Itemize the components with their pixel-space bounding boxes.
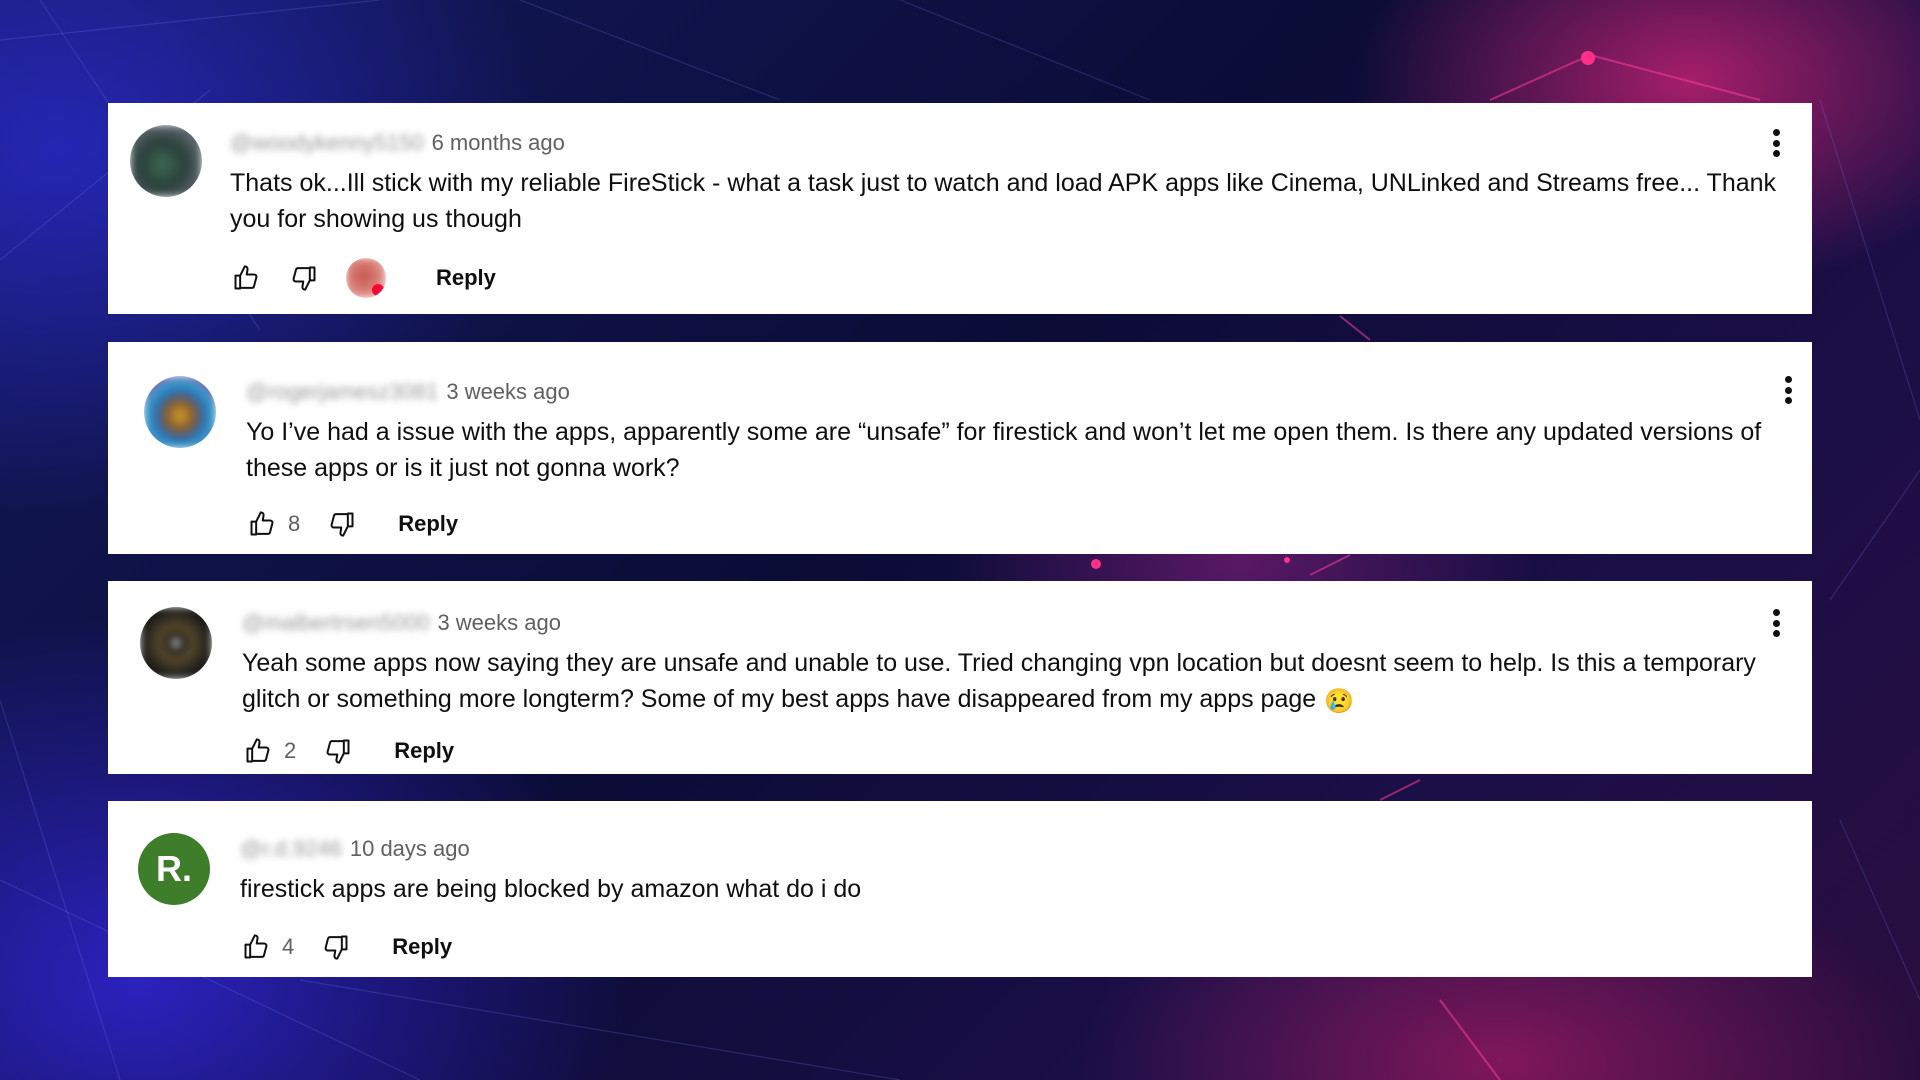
comment-card-4: R. @r.d.9246 10 days ago firestick apps a… (108, 801, 1812, 977)
reply-button[interactable]: Reply (394, 738, 454, 764)
creator-heart-avatar[interactable] (346, 258, 386, 298)
comment-text-body: Yeah some apps now saying they are unsaf… (242, 649, 1756, 713)
crying-face-emoji: 😢 (1324, 688, 1355, 715)
comment-meta: @r.d.9246 10 days ago (240, 835, 470, 863)
thumbs-down-icon[interactable] (326, 508, 358, 540)
like-count: 4 (282, 934, 295, 959)
reply-button[interactable]: Reply (392, 934, 452, 960)
comment-meta: @malbertrsen5000 3 weeks ago (242, 609, 561, 637)
avatar[interactable]: R. (138, 833, 210, 905)
comment-timestamp[interactable]: 10 days ago (350, 836, 470, 861)
comment-meta: @rogerjamesz3081 3 weeks ago (246, 378, 570, 406)
like-count: 2 (284, 738, 297, 763)
thumbs-up-icon[interactable] (230, 262, 262, 294)
comment-text: Yo I’ve had a issue with the apps, appar… (246, 418, 1762, 482)
thumbs-down-icon[interactable] (288, 262, 320, 294)
comment-card-1: @woodykenny5150 6 months ago Thats ok...I… (108, 103, 1812, 314)
comment-author[interactable]: @rogerjamesz3081 (246, 379, 438, 404)
like-count: 8 (288, 511, 301, 536)
comment-author[interactable]: @woodykenny5150 (230, 130, 424, 155)
comment-actions: Reply (230, 258, 496, 298)
comment-actions: 2 Reply (242, 731, 454, 771)
comment-actions: 4 Reply (240, 927, 452, 967)
comment-meta: @woodykenny5150 6 months ago (230, 129, 565, 157)
avatar-letter: R. (156, 848, 192, 889)
more-actions-icon[interactable] (1782, 372, 1794, 408)
reply-button[interactable]: Reply (398, 511, 458, 537)
avatar[interactable] (130, 125, 202, 197)
reply-button[interactable]: Reply (436, 265, 496, 291)
thumbs-up-icon[interactable] (242, 735, 274, 767)
avatar[interactable] (140, 607, 212, 679)
thumbs-down-icon[interactable] (322, 735, 354, 767)
comment-author[interactable]: @malbertrsen5000 (242, 610, 429, 635)
thumbs-up-icon[interactable] (246, 508, 278, 540)
more-actions-icon[interactable] (1770, 125, 1782, 161)
comment-timestamp[interactable]: 3 weeks ago (446, 379, 570, 404)
thumbs-down-icon[interactable] (320, 931, 352, 963)
thumbs-up-icon[interactable] (240, 931, 272, 963)
comment-card-2: @rogerjamesz3081 3 weeks ago Yo I’ve had … (108, 342, 1812, 554)
heart-icon (372, 284, 384, 296)
comment-actions: 8 Reply (246, 504, 458, 544)
avatar[interactable] (144, 376, 216, 448)
comment-text: Yeah some apps now saying they are unsaf… (242, 645, 1812, 720)
comment-timestamp[interactable]: 3 weeks ago (437, 610, 561, 635)
comment-author[interactable]: @r.d.9246 (240, 836, 342, 861)
comment-timestamp[interactable]: 6 months ago (432, 130, 565, 155)
more-actions-icon[interactable] (1770, 605, 1782, 641)
comment-text: firestick apps are being blocked by amaz… (240, 875, 862, 903)
comment-card-3: @malbertrsen5000 3 weeks ago Yeah some ap… (108, 581, 1812, 774)
comment-text: Thats ok...Ill stick with my reliable Fi… (230, 169, 1777, 233)
